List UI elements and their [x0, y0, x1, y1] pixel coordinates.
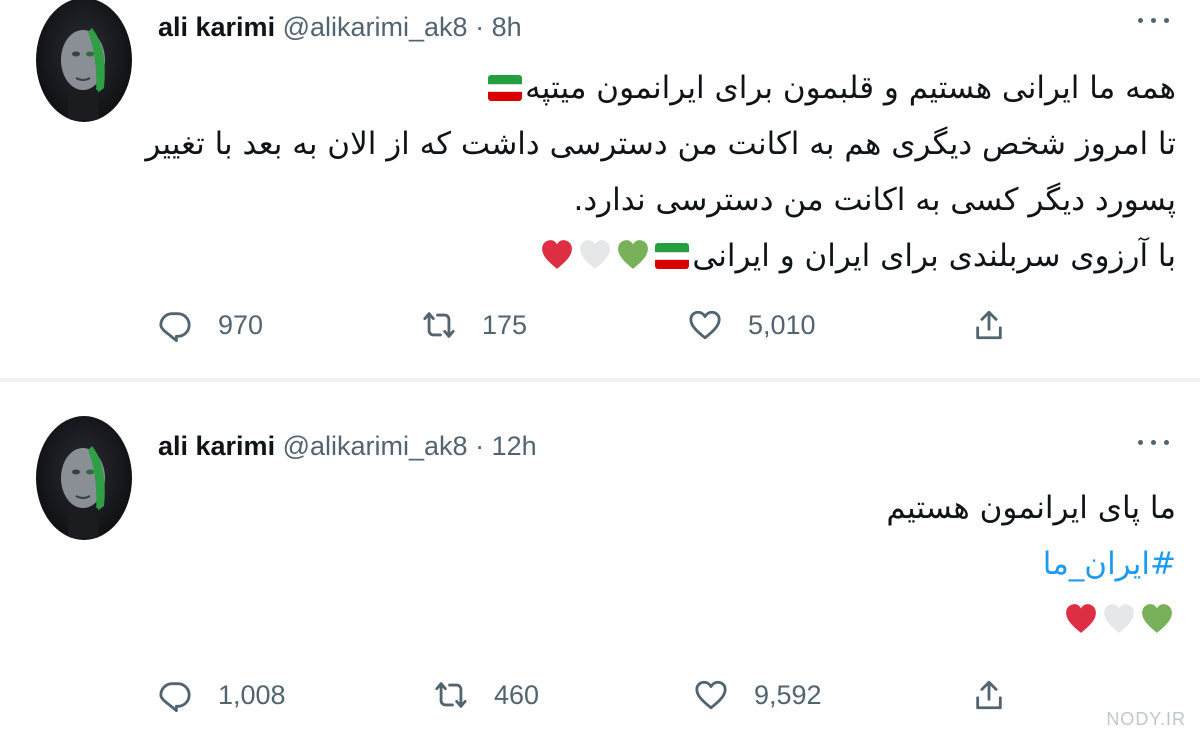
reply-icon	[159, 682, 191, 712]
avatar-photo-icon	[61, 28, 105, 120]
author-handle[interactable]: @alikarimi_ak8	[283, 12, 468, 42]
reply-count: 1,008	[218, 679, 286, 710]
avatar[interactable]	[36, 416, 132, 540]
avatar[interactable]	[36, 0, 132, 122]
reply-button[interactable]: 970	[158, 305, 263, 345]
author-name[interactable]: ali karimi	[158, 12, 275, 42]
green-heart-emoji	[1142, 604, 1172, 633]
iran-flag-emoji	[488, 75, 523, 101]
reply-icon	[159, 312, 191, 342]
reply-button[interactable]: 1,008	[158, 675, 286, 715]
more-icon[interactable]	[1134, 10, 1174, 30]
white-heart-emoji	[1104, 604, 1134, 633]
tweet-time[interactable]: · 8h	[475, 12, 522, 42]
tweet-actions: 1,008 460 9,592	[0, 675, 1200, 715]
like-icon	[695, 680, 727, 710]
tweet-line: پسورد دیگر کسی به اکانت من دسترسی ندارد.	[573, 182, 1177, 218]
share-button[interactable]	[972, 305, 1032, 345]
hashtag-link[interactable]: #ایران_ما	[176, 536, 1176, 592]
author-handle[interactable]: @alikarimi_ak8	[283, 431, 468, 461]
retweet-icon	[435, 682, 467, 708]
like-count: 5,010	[748, 309, 816, 340]
tweet-header: ali karimi @alikarimi_ak8 · 8h	[158, 12, 522, 43]
tweet-header: ali karimi @alikarimi_ak8 · 12h	[158, 431, 537, 462]
watermark: NODY.IR	[1106, 709, 1186, 729]
tweet-2[interactable]: ali karimi @alikarimi_ak8 · 12h ما پای ا…	[0, 382, 1200, 740]
share-icon	[976, 310, 1002, 340]
like-icon	[689, 310, 721, 340]
tweet-line: با آرزوی سربلندی برای ایران و ایرانی	[176, 228, 1176, 284]
share-button[interactable]	[972, 675, 1032, 715]
share-icon	[976, 680, 1002, 710]
red-heart-emoji	[1066, 604, 1096, 633]
tweet-line: تا امروز شخص دیگری هم به اکانت من دسترسی…	[145, 126, 1176, 162]
retweet-count: 460	[494, 679, 540, 710]
retweet-button[interactable]: 460	[434, 675, 539, 715]
like-button[interactable]: 9,592	[694, 675, 822, 715]
tweet-actions: 970 175 5,010	[0, 305, 1200, 345]
tweet-text: ما پای ایرانمون هستیم #ایران_ما	[176, 480, 1176, 648]
author-name[interactable]: ali karimi	[158, 431, 275, 461]
tweet-text: همه ما ایرانی هستیم و قلبمون برای ایرانم…	[145, 60, 1177, 284]
tweet-time[interactable]: · 12h	[475, 431, 537, 461]
retweet-count: 175	[482, 309, 528, 340]
retweet-icon	[423, 312, 455, 338]
tweet-line	[176, 592, 1176, 648]
white-heart-emoji	[580, 240, 611, 269]
tweet-1[interactable]: ali karimi @alikarimi_ak8 · 8h همه ما ای…	[0, 0, 1200, 378]
more-icon[interactable]	[1134, 432, 1174, 452]
retweet-button[interactable]: 175	[422, 305, 527, 345]
tweet-line: همه ما ایرانی هستیم و قلبمون برای ایرانم…	[176, 60, 1176, 116]
tweet-line: ما پای ایرانمون هستیم	[886, 490, 1176, 526]
like-button[interactable]: 5,010	[688, 305, 816, 345]
reply-count: 970	[218, 309, 264, 340]
like-count: 9,592	[754, 679, 822, 710]
green-heart-emoji	[618, 240, 649, 269]
red-heart-emoji	[542, 240, 573, 269]
iran-flag-emoji	[655, 243, 690, 269]
avatar-photo-icon	[61, 446, 105, 538]
